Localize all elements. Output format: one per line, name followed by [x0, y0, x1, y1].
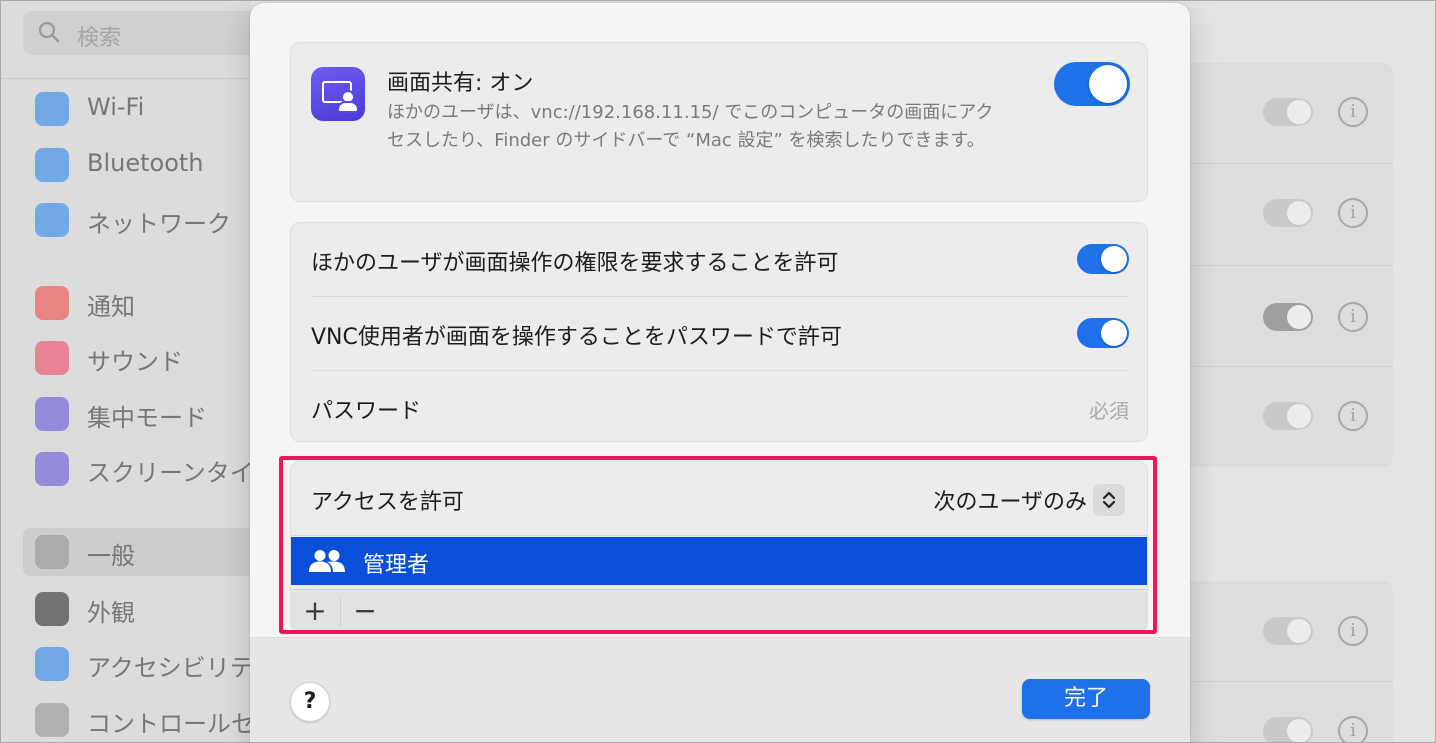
help-button[interactable]: ?	[290, 682, 330, 722]
vnc-password-toggle[interactable]	[1077, 318, 1129, 348]
info-icon[interactable]: i	[1338, 716, 1368, 742]
screen-sharing-toggle[interactable]	[1054, 62, 1130, 106]
info-icon[interactable]: i	[1338, 198, 1368, 228]
background-toggle[interactable]	[1263, 717, 1313, 742]
sidebar-item-general[interactable]: 一般	[23, 528, 263, 576]
options-card: ほかのユーザが画面操作の権限を要求することを許可 VNC使用者が画面を操作するこ…	[290, 222, 1148, 442]
sheet-footer: ? 完了	[250, 637, 1190, 742]
sidebar-item-wifi[interactable]: Wi-Fi	[23, 85, 273, 133]
search-icon	[38, 21, 60, 43]
sidebar-item-label: Wi-Fi	[87, 93, 145, 121]
sidebar-item-label: サウンド	[87, 348, 183, 376]
sidebar-item-label: Bluetooth	[87, 149, 204, 177]
info-icon[interactable]: i	[1338, 97, 1368, 127]
sidebar-item-notifications[interactable]: 通知	[23, 279, 273, 327]
screen-sharing-card: 画面共有: オン ほかのユーザは、vnc://192.168.11.15/ でこ…	[290, 42, 1148, 202]
sidebar-item-focus[interactable]: 集中モード	[23, 390, 273, 438]
background-toggle[interactable]	[1263, 199, 1313, 227]
sidebar-item-label: 一般	[87, 542, 135, 570]
background-divider	[1171, 163, 1393, 164]
gear-icon	[35, 535, 69, 569]
appearance-icon	[35, 592, 69, 626]
screen-sharing-description: ほかのユーザは、vnc://192.168.11.15/ でこのコンピュータの画…	[387, 102, 994, 151]
sidebar-item-label: 通知	[87, 293, 135, 321]
screen-sharing-title: 画面共有: オン	[387, 71, 534, 96]
hourglass-icon	[35, 452, 69, 486]
bluetooth-icon	[35, 148, 69, 182]
background-toggle[interactable]	[1263, 402, 1313, 430]
sidebar-item-sound[interactable]: サウンド	[23, 334, 273, 382]
sidebar-item-label: アクセシビリテ	[87, 654, 254, 682]
background-divider	[1171, 265, 1393, 266]
sidebar-item-label: 集中モード	[87, 404, 207, 432]
info-icon[interactable]: i	[1338, 302, 1368, 332]
background-toggle[interactable]	[1263, 98, 1313, 126]
wifi-icon	[35, 92, 69, 126]
control-center-icon	[35, 703, 69, 737]
moon-icon	[35, 397, 69, 431]
option-row-request-control: ほかのユーザが画面操作の権限を要求することを許可	[311, 223, 1129, 296]
info-icon[interactable]: i	[1338, 401, 1368, 431]
sidebar-item-network[interactable]: ネットワーク	[23, 196, 273, 244]
bell-icon	[35, 286, 69, 320]
done-button[interactable]: 完了	[1022, 679, 1150, 719]
sidebar-item-label: 外観	[87, 599, 135, 627]
option-row-vnc-password: VNC使用者が画面を操作することをパスワードで許可	[311, 297, 1129, 370]
sidebar-item-appearance[interactable]: 外観	[23, 585, 273, 633]
speaker-icon	[35, 341, 69, 375]
sidebar-item-label: ネットワーク	[87, 210, 231, 238]
highlight-annotation	[279, 456, 1157, 634]
request-control-toggle[interactable]	[1077, 244, 1129, 274]
sidebar-item-screen-time[interactable]: スクリーンタイ	[23, 445, 273, 493]
accessibility-icon	[35, 647, 69, 681]
search-field[interactable]: 検索	[23, 11, 263, 55]
option-label: ほかのユーザが画面操作の権限を要求することを許可	[311, 251, 839, 276]
background-divider	[1171, 366, 1393, 367]
sidebar: 検索 Wi-Fi Bluetooth ネットワーク 通知 サウンド 集中モード	[1, 1, 263, 742]
background-divider	[1171, 681, 1393, 682]
globe-icon	[35, 203, 69, 237]
sidebar-item-accessibility[interactable]: アクセシビリテ	[23, 640, 273, 688]
password-label: パスワード	[311, 399, 422, 424]
sidebar-item-control-center[interactable]: コントロールセ	[23, 696, 273, 742]
info-icon[interactable]: i	[1338, 616, 1368, 646]
search-placeholder: 検索	[77, 26, 122, 51]
background-toggle[interactable]	[1263, 617, 1313, 645]
background-toggle[interactable]	[1263, 303, 1313, 331]
option-label: VNC使用者が画面を操作することをパスワードで許可	[311, 325, 842, 350]
screen-sharing-icon	[311, 67, 365, 121]
sidebar-item-label: コントロールセ	[87, 710, 255, 738]
window: 検索 Wi-Fi Bluetooth ネットワーク 通知 サウンド 集中モード	[0, 0, 1436, 743]
password-value[interactable]: 必須	[1089, 395, 1129, 424]
sidebar-item-bluetooth[interactable]: Bluetooth	[23, 141, 273, 189]
sidebar-item-label: スクリーンタイ	[87, 459, 254, 487]
option-row-password[interactable]: パスワード 必須	[311, 371, 1129, 444]
sidebar-divider	[1, 78, 251, 79]
